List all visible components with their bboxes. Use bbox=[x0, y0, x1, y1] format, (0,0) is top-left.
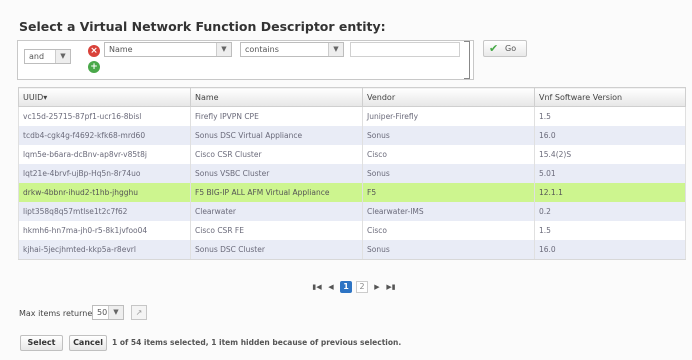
cell-uuid: lipt358q8q57mtlse1t2c7f62 bbox=[18, 202, 191, 221]
cell-uuid: vc15d-25715-87pf1-ucr16-8bisl bbox=[18, 106, 191, 126]
max-items-label: Max items returned: bbox=[19, 309, 101, 318]
cell-uuid: lqm5e-b6ara-dcBnv-ap8vr-v85t8j bbox=[18, 145, 191, 164]
cell-vendor: Sonus bbox=[362, 126, 535, 145]
table-row[interactable]: tcdb4-cgk4g-f4692-kfk68-mrd60 Sonus DSC … bbox=[18, 126, 686, 145]
dialog-title: Select a Virtual Network Function Descri… bbox=[19, 19, 386, 34]
chevron-down-icon: ▼ bbox=[216, 43, 231, 56]
cell-version: 5.01 bbox=[534, 164, 686, 183]
table-header-row: UUID▾ Name Vendor Vnf Software Version bbox=[18, 87, 686, 107]
cell-version: 1.5 bbox=[534, 221, 686, 240]
max-items-value: 50 bbox=[97, 308, 108, 317]
table-row[interactable]: lqm5e-b6ara-dcBnv-ap8vr-v85t8j Cisco CSR… bbox=[18, 145, 686, 164]
column-header-version[interactable]: Vnf Software Version bbox=[534, 87, 686, 107]
cell-vendor: F5 bbox=[362, 183, 535, 202]
chevron-down-icon: ▼ bbox=[108, 306, 123, 319]
next-page-icon[interactable]: ▶ bbox=[372, 281, 382, 293]
pagination: ▮◀ ◀ 1 2 ▶ ▶▮ bbox=[312, 281, 396, 293]
logic-select[interactable]: and ▼ bbox=[24, 49, 71, 64]
page-current[interactable]: 1 bbox=[340, 281, 352, 293]
column-header-uuid[interactable]: UUID▾ bbox=[18, 87, 191, 107]
prev-page-icon[interactable]: ◀ bbox=[326, 281, 336, 293]
field-select-value: Name bbox=[109, 45, 133, 54]
cell-vendor: Sonus bbox=[362, 164, 535, 183]
cell-vendor: Juniper-Firefly bbox=[362, 106, 535, 126]
cell-version: 16.0 bbox=[534, 240, 686, 260]
table-row[interactable]: hkmh6-hn7ma-jh0-r5-8k1jvfoo04 Cisco CSR … bbox=[18, 221, 686, 240]
cell-name: Cisco CSR FE bbox=[190, 221, 363, 240]
cell-vendor: Sonus bbox=[362, 240, 535, 260]
go-button[interactable]: ✔ Go bbox=[483, 40, 527, 57]
cell-version: 0.2 bbox=[534, 202, 686, 221]
max-items-select[interactable]: 50 ▼ bbox=[92, 305, 124, 320]
selection-status: 1 of 54 items selected, 1 item hidden be… bbox=[112, 338, 402, 347]
cell-version: 15.4(2)S bbox=[534, 145, 686, 164]
table-row-selected[interactable]: drkw-4bbnr-ihud2-t1hb-jhgghu F5 BIG-IP A… bbox=[18, 183, 686, 202]
cell-name: Sonus DSC Virtual Appliance bbox=[190, 126, 363, 145]
cell-version: 1.5 bbox=[534, 106, 686, 126]
cancel-button[interactable]: Cancel bbox=[69, 335, 107, 351]
first-page-icon[interactable]: ▮◀ bbox=[312, 281, 322, 293]
column-header-vendor[interactable]: Vendor bbox=[362, 87, 535, 107]
vnfd-table: UUID▾ Name Vendor Vnf Software Version v… bbox=[18, 87, 686, 260]
page-2[interactable]: 2 bbox=[356, 281, 368, 293]
cell-name: Firefly IPVPN CPE bbox=[190, 106, 363, 126]
cell-vendor: Cisco bbox=[362, 221, 535, 240]
table-row[interactable]: vc15d-25715-87pf1-ucr16-8bisl Firefly IP… bbox=[18, 106, 686, 126]
cell-uuid: tcdb4-cgk4g-f4692-kfk68-mrd60 bbox=[18, 126, 191, 145]
operator-select-value: contains bbox=[245, 45, 279, 54]
cell-name: F5 BIG-IP ALL AFM Virtual Appliance bbox=[190, 183, 363, 202]
chevron-down-icon: ▼ bbox=[55, 50, 70, 63]
logic-select-value: and bbox=[29, 52, 45, 61]
cell-name: Clearwater bbox=[190, 202, 363, 221]
operator-select[interactable]: contains ▼ bbox=[240, 42, 344, 57]
cell-uuid: kjhai-5jecjhmted-kkp5a-r8evrl bbox=[18, 240, 191, 260]
filter-bracket bbox=[464, 41, 470, 79]
export-icon[interactable]: ↗ bbox=[131, 305, 147, 320]
remove-icon[interactable]: × bbox=[88, 45, 100, 57]
table-row[interactable]: kjhai-5jecjhmted-kkp5a-r8evrl Sonus DSC … bbox=[18, 240, 686, 260]
cell-vendor: Cisco bbox=[362, 145, 535, 164]
column-header-name[interactable]: Name bbox=[190, 87, 363, 107]
chevron-down-icon: ▼ bbox=[328, 43, 343, 56]
check-icon: ✔ bbox=[489, 42, 499, 55]
table-row[interactable]: lipt358q8q57mtlse1t2c7f62 Clearwater Cle… bbox=[18, 202, 686, 221]
cell-uuid: hkmh6-hn7ma-jh0-r5-8k1jvfoo04 bbox=[18, 221, 191, 240]
cell-version: 12.1.1 bbox=[534, 183, 686, 202]
cell-name: Sonus DSC Cluster bbox=[190, 240, 363, 260]
select-button[interactable]: Select bbox=[20, 335, 63, 351]
add-icon[interactable]: + bbox=[88, 61, 100, 73]
field-select[interactable]: Name ▼ bbox=[104, 42, 232, 57]
table-row[interactable]: lqt21e-4brvf-ujBp-Hq5n-8r74uo Sonus VSBC… bbox=[18, 164, 686, 183]
cell-uuid: lqt21e-4brvf-ujBp-Hq5n-8r74uo bbox=[18, 164, 191, 183]
last-page-icon[interactable]: ▶▮ bbox=[386, 281, 396, 293]
go-label: Go bbox=[505, 44, 517, 53]
cell-name: Sonus VSBC Cluster bbox=[190, 164, 363, 183]
cell-version: 16.0 bbox=[534, 126, 686, 145]
cell-vendor: Clearwater-IMS bbox=[362, 202, 535, 221]
filter-value-input[interactable] bbox=[350, 42, 460, 57]
cell-name: Cisco CSR Cluster bbox=[190, 145, 363, 164]
cell-uuid: drkw-4bbnr-ihud2-t1hb-jhgghu bbox=[18, 183, 191, 202]
